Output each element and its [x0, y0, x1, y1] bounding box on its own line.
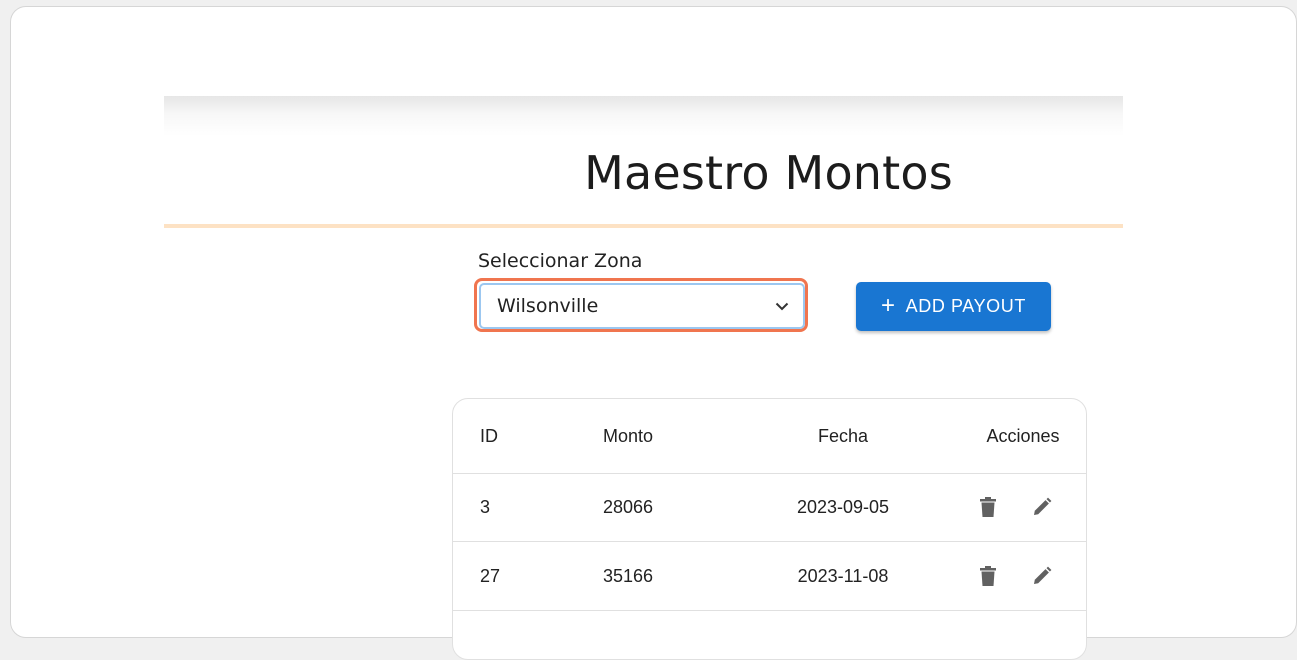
cell-actions	[975, 542, 1055, 610]
trash-icon[interactable]	[975, 494, 1001, 520]
trash-icon[interactable]	[975, 563, 1001, 589]
column-header-monto: Monto	[602, 425, 654, 446]
cell-fecha: 2023-11-08	[797, 565, 889, 586]
column-header-fecha: Fecha	[817, 425, 869, 446]
cell-monto: 35166	[602, 565, 654, 586]
chevron-down-icon	[775, 299, 789, 313]
cell-fecha: 2023-09-05	[796, 496, 890, 517]
cell-id: 27	[480, 565, 501, 586]
zone-select[interactable]: Wilsonville	[479, 283, 805, 329]
zone-select-value: Wilsonville	[497, 295, 599, 317]
table-row: 3 28066 2023-09-05	[453, 473, 1086, 542]
column-header-id: ID	[480, 425, 498, 446]
pencil-icon[interactable]	[1029, 494, 1055, 520]
plus-icon: +	[881, 291, 896, 319]
cell-id: 3	[480, 496, 491, 517]
column-header-acciones: Acciones	[986, 425, 1060, 446]
cell-monto: 28066	[602, 496, 654, 517]
page-title: Maestro Montos	[584, 146, 953, 200]
cell-actions	[975, 473, 1055, 541]
payouts-table: ID Monto Fecha Acciones 3 28066 2023-09-…	[452, 398, 1087, 660]
add-payout-button[interactable]: + ADD PAYOUT	[856, 282, 1051, 331]
table-row: 27 35166 2023-11-08	[453, 542, 1086, 611]
add-payout-label: ADD PAYOUT	[905, 296, 1026, 316]
zone-select-label: Seleccionar Zona	[478, 250, 643, 272]
table-header-row: ID Monto Fecha Acciones	[453, 399, 1086, 474]
pencil-icon[interactable]	[1029, 563, 1055, 589]
page-header: Maestro Montos	[164, 96, 1123, 228]
